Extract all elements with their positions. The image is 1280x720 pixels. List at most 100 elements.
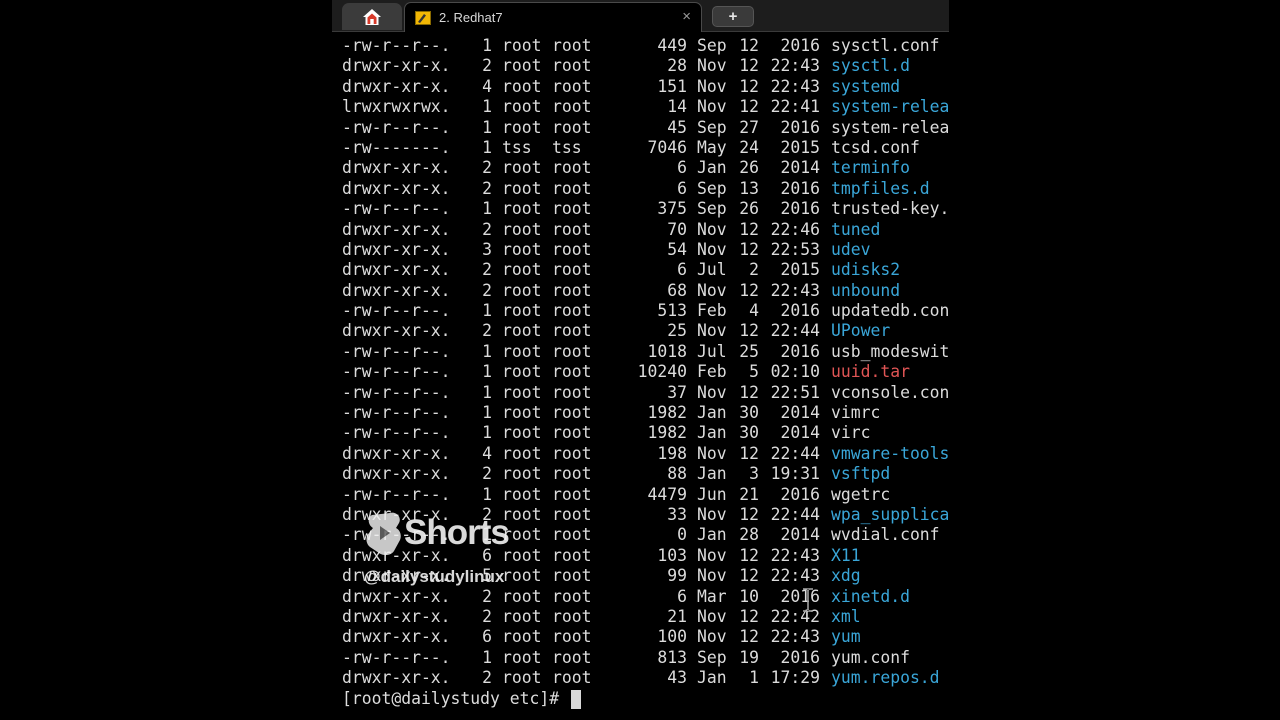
listing-filename: sysctl.d: [831, 56, 910, 76]
listing-month: Jan: [697, 525, 727, 545]
listing-time: 2014: [780, 158, 820, 178]
listing-time: 22:41: [770, 97, 820, 117]
listing-time: 2016: [780, 484, 820, 504]
listing-size: 1018: [647, 341, 687, 361]
listing-size: 33: [667, 504, 687, 524]
terminal-output[interactable]: -rw-r--r--. 1 root root 449 Sep 12 2016 sysctl.c…: [342, 36, 949, 711]
listing-links: 1: [482, 199, 492, 219]
listing-size: 449: [657, 36, 687, 55]
listing-links: 3: [482, 239, 492, 259]
listing-links: 1: [482, 423, 492, 443]
listing-time: 2015: [780, 260, 820, 280]
listing-size: 7046: [647, 137, 687, 157]
listing-month: Nov: [697, 97, 727, 117]
channel-handle: @dailystudylinux: [364, 567, 505, 586]
close-tab-button[interactable]: ×: [682, 8, 691, 25]
listing-filename: xdg: [831, 566, 861, 586]
listing-day: 26: [739, 158, 759, 178]
listing-filename: trusted-key.key: [831, 199, 949, 219]
listing-perm: drwxr-xr-x.: [342, 627, 451, 647]
listing-day: 21: [739, 484, 759, 504]
listing-links: 2: [482, 280, 492, 300]
listing-owner: root: [502, 382, 542, 402]
listing-month: Jan: [697, 403, 727, 423]
listing-month: Nov: [697, 382, 727, 402]
listing-owner: root: [502, 301, 542, 321]
home-tab[interactable]: [342, 3, 402, 30]
listing-perm: drwxr-xr-x.: [342, 464, 451, 484]
listing-filename: udisks2: [831, 260, 901, 280]
listing-month: May: [697, 137, 727, 157]
listing-day: 12: [739, 219, 759, 239]
listing-owner: root: [502, 117, 542, 137]
listing-owner: root: [502, 464, 542, 484]
listing-size: 198: [657, 443, 687, 463]
listing-owner: root: [502, 76, 542, 96]
listing-time: 22:43: [770, 56, 820, 76]
listing-perm: drwxr-xr-x.: [342, 280, 451, 300]
listing-owner: root: [502, 260, 542, 280]
listing-size: 1982: [647, 403, 687, 423]
listing-filename: vconsole.conf: [831, 382, 949, 402]
listing-time: 22:44: [770, 443, 820, 463]
listing-filename: wgetrc: [831, 484, 891, 504]
listing-row: -rw-r--r--. 1 root root 10240 Feb 5 02:10 uuid.t…: [342, 362, 949, 382]
listing-month: Jan: [697, 668, 727, 688]
listing-day: 25: [739, 341, 759, 361]
listing-day: 10: [739, 586, 759, 606]
text-cursor: [570, 690, 581, 709]
shorts-watermark: Shorts: [366, 511, 510, 555]
listing-group: root: [552, 301, 592, 321]
listing-filename: system-release: [831, 117, 949, 137]
listing-time: 22:43: [770, 545, 820, 565]
listing-group: root: [552, 199, 592, 219]
new-tab-button[interactable]: +: [712, 6, 754, 27]
listing-filename: vsftpd: [831, 464, 891, 484]
listing-filename: wvdial.conf: [831, 525, 940, 545]
listing-perm: -rw-r--r--.: [342, 117, 451, 137]
listing-time: 02:10: [770, 362, 820, 382]
listing-owner: root: [502, 504, 542, 524]
listing-filename: tmpfiles.d: [831, 178, 930, 198]
listing-size: 54: [667, 239, 687, 259]
listing-size: 25: [667, 321, 687, 341]
listing-owner: root: [502, 36, 542, 55]
listing-month: Sep: [697, 178, 727, 198]
listing-size: 28: [667, 56, 687, 76]
listing-day: 12: [739, 97, 759, 117]
listing-owner: root: [502, 586, 542, 606]
listing-perm: drwxr-xr-x.: [342, 239, 451, 259]
listing-day: 26: [739, 199, 759, 219]
listing-time: 22:44: [770, 321, 820, 341]
command-prompt-line[interactable]: [root@dailystudy etc]#: [342, 689, 949, 711]
listing-links: 1: [482, 484, 492, 504]
listing-group: root: [552, 280, 592, 300]
listing-row: -rw-r--r--. 1 root root 37 Nov 12 22:51 vconsole…: [342, 383, 949, 403]
listing-links: 1: [482, 403, 492, 423]
listing-time: 22:43: [770, 566, 820, 586]
tab-bar: 2. Redhat7 × +: [332, 0, 949, 32]
listing-time: 22:46: [770, 219, 820, 239]
tab-redhat7[interactable]: 2. Redhat7 ×: [404, 2, 702, 32]
listing-perm: -rw-r--r--.: [342, 199, 451, 219]
listing-row: -rw-r--r--. 1 root root 1018 Jul 25 2016 usb_mod…: [342, 342, 949, 362]
listing-group: root: [552, 484, 592, 504]
listing-group: root: [552, 56, 592, 76]
listing-month: Sep: [697, 117, 727, 137]
listing-perm: drwxr-xr-x.: [342, 158, 451, 178]
listing-size: 4479: [647, 484, 687, 504]
listing-row: drwxr-xr-x. 2 root root 88 Jan 3 19:31 vsftpd: [342, 464, 949, 484]
listing-perm: drwxr-xr-x.: [342, 668, 451, 688]
listing-day: 13: [739, 178, 759, 198]
listing-group: tss: [552, 137, 582, 157]
listing-filename: xml: [831, 606, 861, 626]
listing-links: 1: [482, 382, 492, 402]
listing-links: 2: [482, 56, 492, 76]
listing-month: Nov: [697, 321, 727, 341]
listing-month: Nov: [697, 219, 727, 239]
listing-group: root: [552, 423, 592, 443]
listing-group: root: [552, 321, 592, 341]
listing-owner: root: [502, 525, 542, 545]
listing-size: 14: [667, 97, 687, 117]
listing-size: 10240: [637, 362, 687, 382]
